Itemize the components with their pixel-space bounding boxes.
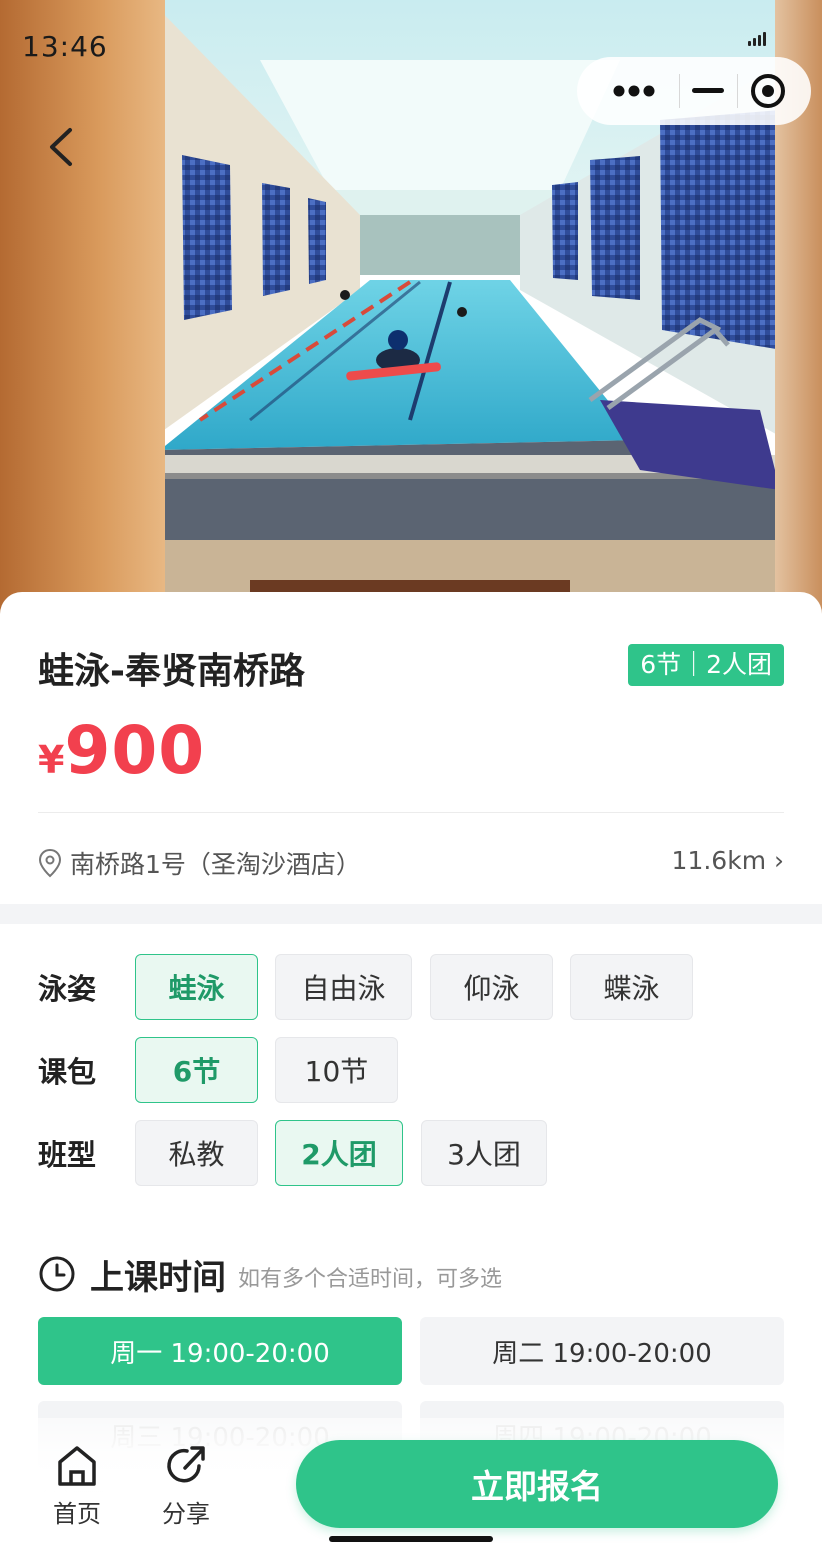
chip-private[interactable]: 私教 xyxy=(135,1120,258,1186)
home-icon xyxy=(58,1446,96,1486)
home-nav-button[interactable]: 首页 xyxy=(37,1442,117,1532)
close-button[interactable] xyxy=(738,57,811,125)
back-button[interactable] xyxy=(40,122,84,172)
price-amount: 900 xyxy=(64,712,206,789)
option-label-class-type: 班型 xyxy=(38,1138,97,1172)
share-icon xyxy=(167,1446,205,1483)
option-row-stroke: 泳姿 蛙泳 自由泳 仰泳 蝶泳 xyxy=(0,954,822,1020)
chip-3-person-group[interactable]: 3人团 xyxy=(421,1120,547,1186)
chip-10-lessons[interactable]: 10节 xyxy=(275,1037,398,1103)
chip-breaststroke[interactable]: 蛙泳 xyxy=(135,954,258,1020)
address-text: 南桥路1号（圣淘沙酒店） xyxy=(70,850,361,879)
divider xyxy=(38,812,784,813)
course-title: 蛙泳-奉贤南桥路 xyxy=(38,651,305,692)
chip-2-person-group[interactable]: 2人团 xyxy=(275,1120,403,1186)
package-tag: 6节｜2人团 xyxy=(628,644,784,686)
chip-6-lessons[interactable]: 6节 xyxy=(135,1037,258,1103)
course-info-card: 蛙泳-奉贤南桥路 6节｜2人团 ¥900 南桥路1号（圣淘沙酒店） 11.6km… xyxy=(0,592,822,904)
location-pin-icon xyxy=(38,848,62,878)
chip-butterfly[interactable]: 蝶泳 xyxy=(570,954,693,1020)
close-target-icon xyxy=(751,74,785,108)
hero-photo: 13:46 xyxy=(0,0,822,620)
option-row-package: 课包 6节 10节 xyxy=(0,1037,822,1103)
clock-icon xyxy=(39,1256,75,1292)
time-slot-tue[interactable]: 周二 19:00-20:00 xyxy=(420,1317,784,1385)
minimize-icon xyxy=(692,88,724,93)
enroll-now-button[interactable]: 立即报名 xyxy=(296,1440,778,1528)
time-slot-mon[interactable]: 周一 19:00-20:00 xyxy=(38,1317,402,1385)
status-time: 13:46 xyxy=(22,30,108,63)
mini-program-capsule xyxy=(577,57,811,125)
section-gap xyxy=(0,904,822,924)
address-link[interactable]: 南桥路1号（圣淘沙酒店） xyxy=(38,846,361,880)
bottom-action-bar: 首页 分享 立即报名 xyxy=(0,1418,822,1550)
chevron-left-icon xyxy=(50,128,72,166)
chip-freestyle[interactable]: 自由泳 xyxy=(275,954,412,1020)
chip-backstroke[interactable]: 仰泳 xyxy=(430,954,553,1020)
distance-link[interactable]: 11.6km › xyxy=(672,846,784,875)
share-nav-button[interactable]: 分享 xyxy=(146,1442,226,1532)
schedule-title: 上课时间 xyxy=(90,1257,226,1298)
option-label-package: 课包 xyxy=(38,1055,97,1089)
option-label-stroke: 泳姿 xyxy=(38,972,97,1006)
share-label: 分享 xyxy=(162,1500,210,1528)
signal-icon xyxy=(748,30,770,46)
currency-symbol: ¥ xyxy=(38,738,65,782)
home-label: 首页 xyxy=(53,1500,101,1528)
more-dots-icon xyxy=(613,85,655,97)
home-indicator xyxy=(329,1536,493,1542)
option-row-class-type: 班型 私教 2人团 3人团 xyxy=(0,1120,822,1186)
schedule-hint: 如有多个合适时间，可多选 xyxy=(238,1267,503,1292)
schedule-header: 上课时间 如有多个合适时间，可多选 xyxy=(38,1252,503,1298)
price: ¥900 xyxy=(38,712,205,789)
more-button[interactable] xyxy=(577,57,679,125)
minimize-button[interactable] xyxy=(680,57,737,125)
